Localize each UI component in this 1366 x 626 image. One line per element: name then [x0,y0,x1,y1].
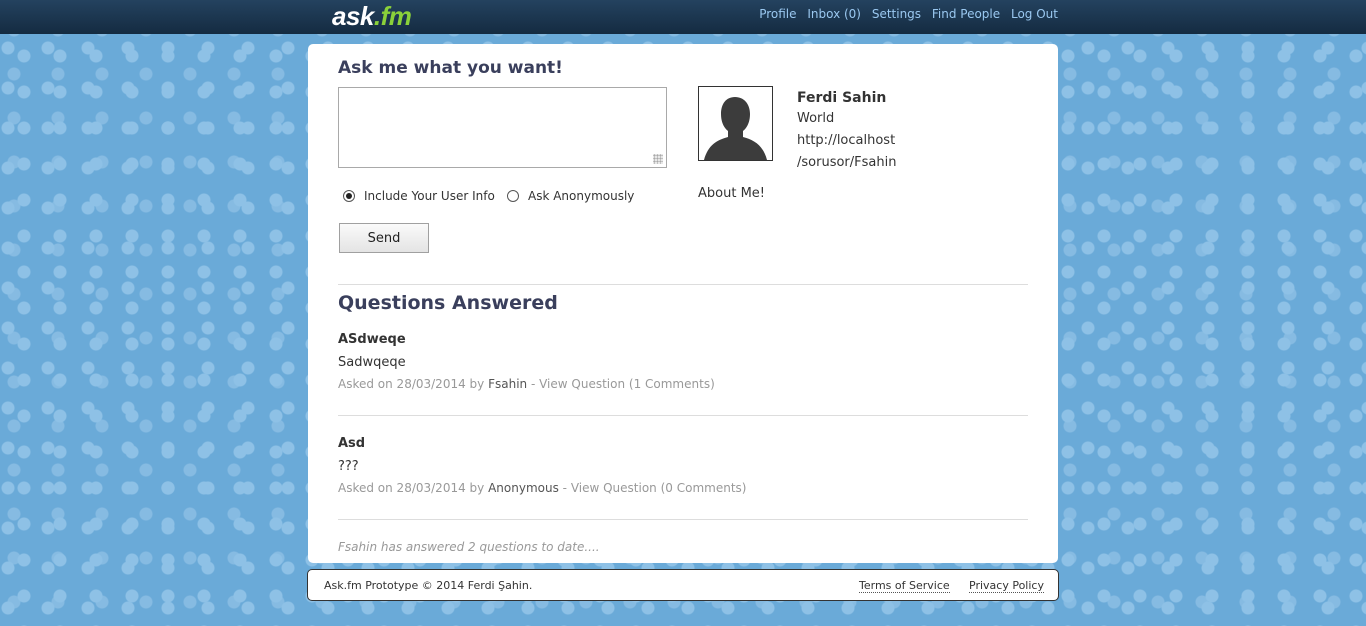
about-me-text: About Me! [698,186,765,201]
ask-anonymously-option[interactable]: Ask Anonymously [507,189,634,203]
main-nav: Profile Inbox (0) Settings Find People L… [752,7,1058,21]
include-user-info-radio[interactable] [343,190,355,202]
nav-settings-link[interactable]: Settings [872,7,921,21]
ask-anonymously-radio[interactable] [507,190,519,202]
profile-url-line1[interactable]: http://localhost [797,133,895,148]
meta-separator: - [558,481,571,495]
askfm-logo[interactable]: ask.fm [332,1,412,32]
question-textarea[interactable] [338,87,667,168]
profile-url-line2[interactable]: /sorusor/Fsahin [797,155,896,170]
nav-log-out-link[interactable]: Log Out [1011,7,1058,21]
asked-on-text: Asked on 28/03/2014 by [338,377,489,391]
profile-name: Ferdi Sahin [797,90,887,106]
include-user-info-option[interactable]: Include Your User Info [343,189,495,203]
comments-count: (0 Comments) [656,481,747,495]
question-answer: Sadwqeqe [338,355,406,370]
asked-on-text: Asked on 28/03/2014 by [338,481,489,495]
question-meta: Asked on 28/03/2014 by Fsahin - View Que… [338,377,715,391]
asker-link[interactable]: Anonymous [488,481,559,495]
include-user-info-label: Include Your User Info [364,189,495,203]
nav-find-people-link[interactable]: Find People [932,7,1000,21]
copyright-text: Ask.fm Prototype © 2014 Ferdi Şahin. [324,579,533,592]
view-question-link[interactable]: View Question [539,377,625,391]
nav-inbox-link[interactable]: Inbox (0) [807,7,861,21]
asker-link[interactable]: Fsahin [488,377,527,391]
question-divider [338,519,1028,520]
questions-answered-title: Questions Answered [338,292,558,314]
top-navigation-bar: ask.fm Profile Inbox (0) Settings Find P… [0,0,1366,34]
ask-form-title: Ask me what you want! [338,58,563,78]
question-answer: ??? [338,459,359,474]
footer: Ask.fm Prototype © 2014 Ferdi Şahin. Ter… [307,569,1059,601]
answered-summary: Fsahin has answered 2 questions to date.… [338,540,600,554]
question-divider [338,415,1028,416]
question-title: Asd [338,436,366,451]
logo-fm-text: .fm [373,1,412,31]
profile-location: World [797,111,835,126]
user-silhouette-icon [698,86,773,161]
main-panel: Ask me what you want! Include Your User … [308,44,1058,563]
meta-separator: - [527,377,540,391]
terms-of-service-link[interactable]: Terms of Service [859,579,950,593]
section-divider [338,284,1028,285]
question-meta: Asked on 28/03/2014 by Anonymous - View … [338,481,746,495]
ask-anonymously-label: Ask Anonymously [528,189,635,203]
nav-profile-link[interactable]: Profile [759,7,796,21]
textarea-resize-handle[interactable] [653,154,663,164]
question-title: ASdweqe [338,332,406,347]
send-button[interactable]: Send [339,223,429,253]
privacy-policy-link[interactable]: Privacy Policy [969,579,1044,593]
logo-ask-text: ask [332,1,374,31]
view-question-link[interactable]: View Question [571,481,657,495]
comments-count: (1 Comments) [625,377,715,391]
